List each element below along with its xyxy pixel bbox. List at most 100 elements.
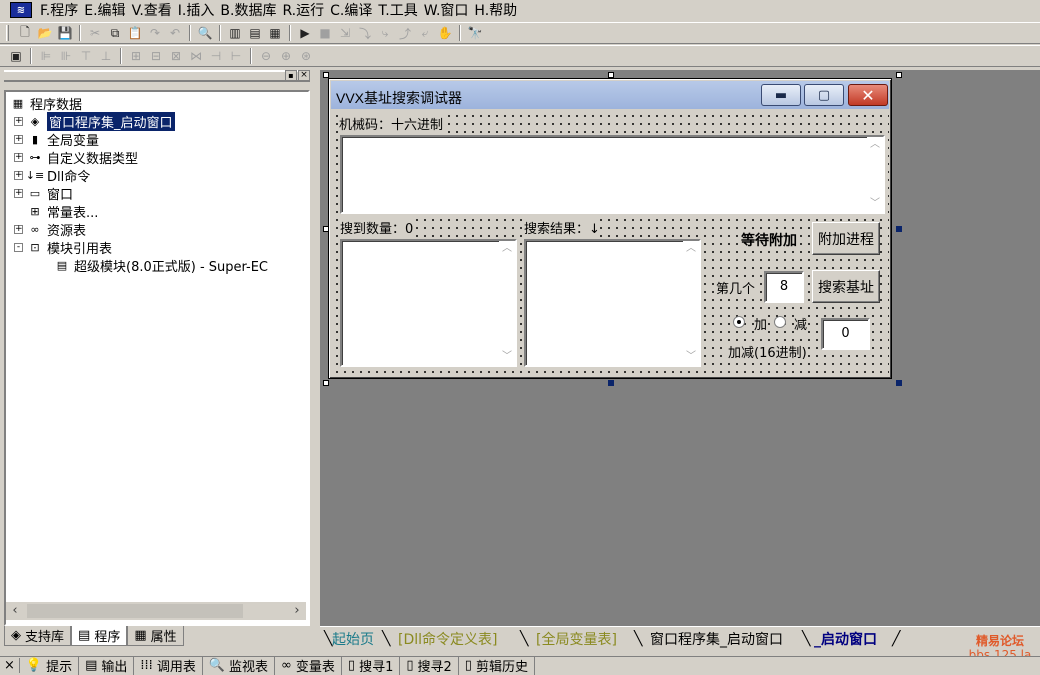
search-result-list[interactable]: ︿ ﹀	[524, 239, 701, 367]
calculator-icon[interactable]: ▣	[6, 47, 26, 65]
paste-icon[interactable]: 📋	[125, 24, 145, 42]
stop-icon[interactable]: ■	[315, 24, 335, 42]
resize-handle[interactable]	[896, 72, 902, 78]
same-height-icon[interactable]: ⊟	[146, 47, 166, 65]
run-icon[interactable]: ▶	[295, 24, 315, 42]
tree-item-program-data[interactable]: ▦ 程序数据	[10, 94, 82, 113]
layout-3-icon[interactable]: ▦	[265, 24, 285, 42]
align-bottom-icon[interactable]: ⊥	[96, 47, 116, 65]
tab-support-library[interactable]: ◈ 支持库	[4, 626, 72, 646]
hand-icon[interactable]: ✋	[435, 24, 455, 42]
search-base-button[interactable]: 搜索基址	[812, 270, 880, 303]
step-1-icon[interactable]: ⇲	[335, 24, 355, 42]
radio-subtract[interactable]	[774, 316, 786, 328]
menu-compile[interactable]: C.编译	[330, 0, 378, 20]
align-top-icon[interactable]: ⊤	[76, 47, 96, 65]
tree-item-custom-types[interactable]: + ⊶ 自定义数据类型	[14, 148, 138, 167]
minimize-icon[interactable]: ▬	[761, 84, 801, 106]
menu-tools[interactable]: T.工具	[378, 0, 423, 20]
menu-insert[interactable]: I.插入	[178, 0, 221, 20]
debug-icon[interactable]: 🔭	[465, 24, 485, 42]
tree-item-windows[interactable]: + ▭ 窗口	[14, 184, 73, 203]
cut-icon[interactable]: ✂	[85, 24, 105, 42]
expand-icon[interactable]: +	[14, 224, 23, 234]
scroll-left-icon[interactable]: ‹	[6, 602, 24, 620]
scroll-up-icon[interactable]: ︿	[867, 137, 883, 153]
menu-view[interactable]: V.查看	[132, 0, 178, 20]
h-equal-icon[interactable]: ⊣	[206, 47, 226, 65]
resize-handle[interactable]	[608, 380, 614, 386]
output-close-icon[interactable]: ×	[0, 658, 20, 673]
vertical-scrollbar[interactable]: ︿ ﹀	[499, 241, 515, 365]
step-4-icon[interactable]: ⤴	[395, 24, 415, 42]
tab-startup-window[interactable]: _启动窗口	[814, 629, 877, 649]
same-size-icon[interactable]: ⊠	[166, 47, 186, 65]
resize-handle[interactable]	[896, 226, 902, 232]
vertical-scrollbar[interactable]: ︿ ﹀	[683, 241, 699, 365]
tab-search-2[interactable]: ▯ 搜寻2	[400, 656, 459, 675]
tab-clip-history[interactable]: ▯ 剪辑历史	[459, 656, 535, 675]
expand-icon[interactable]: +	[14, 170, 23, 180]
layout-2-icon[interactable]: ▤	[245, 24, 265, 42]
radio-add[interactable]	[733, 316, 745, 328]
resize-handle[interactable]	[896, 380, 902, 386]
tab-properties[interactable]: ▦ 属性	[127, 626, 184, 646]
close-icon[interactable]: ✕	[848, 84, 888, 106]
menu-run[interactable]: R.运行	[282, 0, 330, 20]
scroll-down-icon[interactable]: ﹀	[683, 349, 699, 365]
scroll-up-icon[interactable]: ︿	[683, 241, 699, 257]
h-space-icon[interactable]: ⋈	[186, 47, 206, 65]
center-v-icon[interactable]: ⊕	[276, 47, 296, 65]
panel-close-icon[interactable]: ×	[298, 70, 310, 81]
expand-icon[interactable]: +	[14, 134, 23, 144]
attach-process-button[interactable]: 附加进程	[812, 222, 880, 255]
expand-icon[interactable]: +	[14, 116, 23, 126]
center-h-icon[interactable]: ⊖	[256, 47, 276, 65]
align-left-icon[interactable]: ⊫	[36, 47, 56, 65]
tab-output[interactable]: ▤ 输出	[79, 656, 135, 675]
menu-edit[interactable]: E.编辑	[84, 0, 131, 20]
step-5-icon[interactable]: ⤶	[415, 24, 435, 42]
layout-1-icon[interactable]: ▥	[225, 24, 245, 42]
scroll-down-icon[interactable]: ﹀	[867, 196, 883, 212]
menu-help[interactable]: H.帮助	[474, 0, 523, 20]
tab-search-1[interactable]: ▯ 搜寻1	[342, 656, 401, 675]
collapse-icon[interactable]: -	[14, 242, 23, 252]
step-2-icon[interactable]: ⤵	[355, 24, 375, 42]
offset-input[interactable]: 0	[821, 318, 870, 350]
tab-program[interactable]: ▤ 程序	[71, 626, 128, 646]
tree-item-dll-commands[interactable]: + ↓≡ Dll命令	[14, 166, 90, 185]
scroll-right-icon[interactable]: ›	[288, 602, 306, 620]
tree-horizontal-scrollbar[interactable]: ‹ ›	[6, 602, 306, 620]
tab-dll-table[interactable]: [Dll命令定义表]	[398, 629, 497, 649]
expand-icon[interactable]: +	[14, 188, 23, 198]
scroll-down-icon[interactable]: ﹀	[499, 349, 515, 365]
redo-icon[interactable]: ↷	[145, 24, 165, 42]
tree-item-global-vars[interactable]: + ▮ 全局变量	[14, 130, 99, 149]
vertical-scrollbar[interactable]: ︿ ﹀	[867, 137, 883, 212]
same-width-icon[interactable]: ⊞	[126, 47, 146, 65]
align-center-icon[interactable]: ⊪	[56, 47, 76, 65]
tree-item-window-assembly[interactable]: + ◈ 窗口程序集_启动窗口	[14, 111, 175, 131]
expand-icon[interactable]: +	[14, 152, 23, 162]
open-folder-icon[interactable]: 📂	[35, 24, 55, 42]
scroll-up-icon[interactable]: ︿	[499, 241, 515, 257]
find-icon[interactable]: 🔍	[195, 24, 215, 42]
panel-grip[interactable]	[4, 70, 310, 82]
copy-icon[interactable]: ⧉	[105, 24, 125, 42]
save-icon[interactable]: 💾	[55, 24, 75, 42]
found-list[interactable]: ︿ ﹀	[340, 239, 517, 367]
menu-window[interactable]: W.窗口	[424, 0, 475, 20]
tab-window-assembly[interactable]: 窗口程序集_启动窗口	[650, 629, 783, 649]
tree-item-module-refs[interactable]: - ⊡ 模块引用表	[14, 238, 112, 257]
tree-item-resources[interactable]: + ∞ 资源表	[14, 220, 86, 239]
tree-item-super-module[interactable]: ▤ 超级模块(8.0正式版) - Super-EC	[54, 256, 268, 275]
machine-code-input[interactable]: ︿ ﹀	[340, 135, 885, 214]
tab-global-vars[interactable]: [全局变量表]	[536, 629, 617, 649]
tree-item-constants[interactable]: ⊞ 常量表...	[27, 202, 98, 221]
menu-file[interactable]: F.程序	[40, 0, 84, 20]
new-file-icon[interactable]: 🗋	[15, 24, 35, 42]
nth-input[interactable]: 8	[764, 271, 804, 303]
toolbar-grip[interactable]	[6, 25, 9, 41]
step-3-icon[interactable]: ⤷	[375, 24, 395, 42]
